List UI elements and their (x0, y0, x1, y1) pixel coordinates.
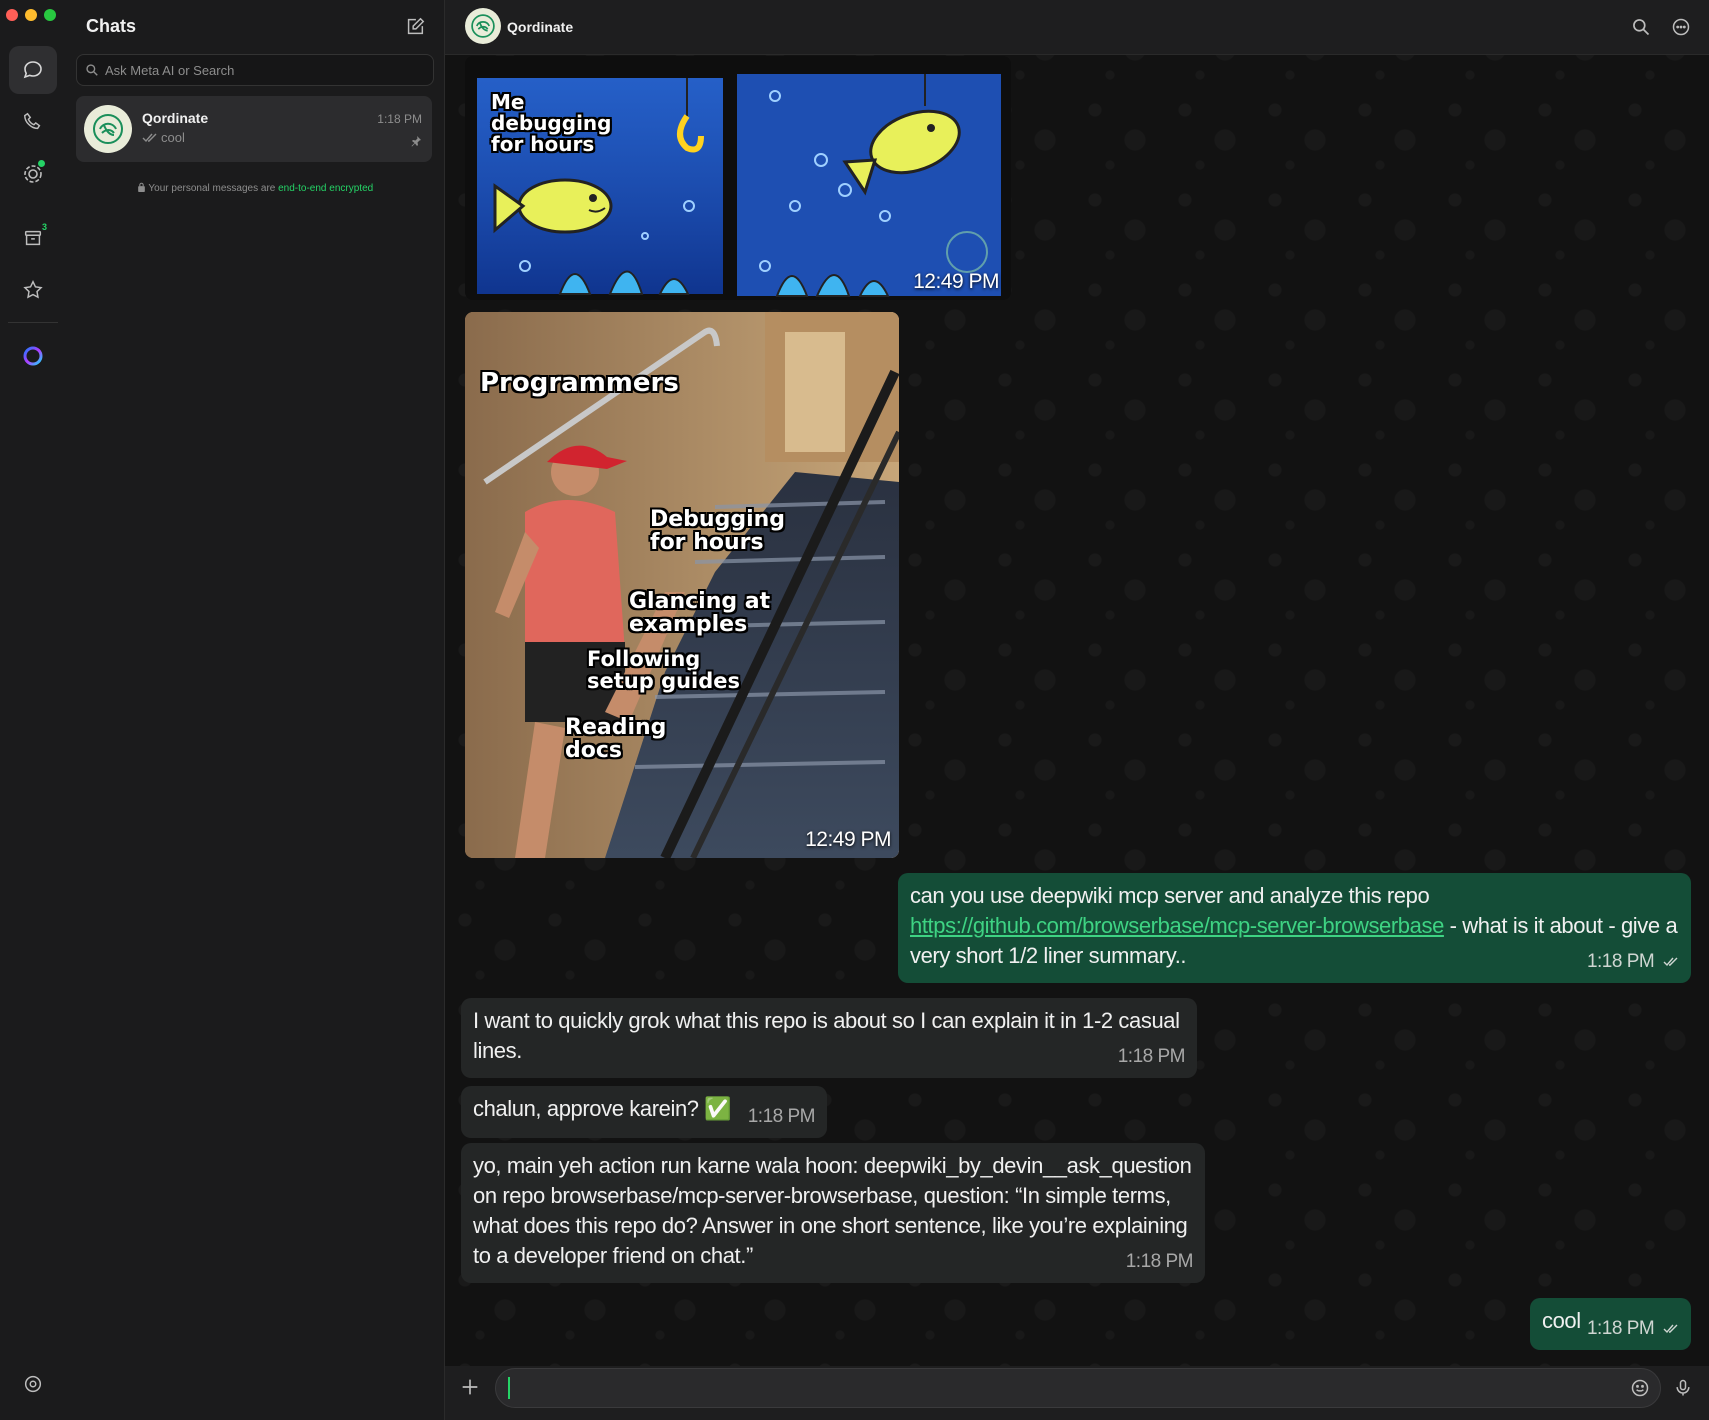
chat-list-panel: Chats Ask Meta AI or Search Qordinate 1:… (66, 0, 445, 1420)
double-check-icon (142, 133, 157, 142)
message-input[interactable] (495, 1368, 1661, 1408)
chats-title: Chats (86, 16, 137, 36)
rail-starred-button[interactable] (9, 266, 57, 314)
message-text: yo, main yeh action run karne wala hoon:… (473, 1153, 1192, 1268)
more-icon (1672, 18, 1690, 36)
message-time: 1:18 PM (747, 1106, 816, 1127)
double-check-icon (1663, 957, 1678, 967)
encryption-notice: Your personal messages are end-to-end en… (66, 182, 444, 194)
archive-icon (24, 230, 42, 246)
search-chat-button[interactable] (1631, 17, 1653, 39)
close-window-button[interactable] (6, 9, 18, 21)
compose-icon (407, 17, 425, 35)
zoom-window-button[interactable] (44, 9, 56, 21)
search-placeholder: Ask Meta AI or Search (105, 62, 235, 78)
rail-settings-button[interactable] (9, 1360, 57, 1408)
settings-icon (24, 1375, 42, 1393)
whatsapp-window: 3 Chats Ask Meta AI or Search Qordinate … (0, 0, 1709, 1420)
pin-icon (410, 134, 422, 152)
stairs-step-1: Debugging for hours (650, 507, 786, 556)
avatar (84, 105, 132, 153)
message-time: 12:49 PM (805, 828, 891, 851)
message-text: I want to quickly grok what this repo is… (473, 1008, 1180, 1063)
minimize-window-button[interactable] (25, 9, 37, 21)
stairs-step-2: Glancing at examples (629, 589, 771, 638)
chat-item-qordinate[interactable]: Qordinate 1:18 PM cool (76, 96, 432, 162)
chat-item-name: Qordinate (142, 110, 209, 126)
conversation-header[interactable]: Qordinate (445, 0, 1709, 55)
search-icon (86, 64, 98, 76)
qordinate-logo-icon (471, 14, 495, 38)
chat-item-time: 1:18 PM (377, 112, 422, 126)
contact-avatar[interactable] (465, 8, 501, 44)
stairs-meme-title: Programmers (480, 368, 679, 398)
chat-item-preview: cool (142, 130, 185, 145)
image-message-stairs-meme[interactable]: Programmers Debugging for hours Glancing… (465, 312, 899, 858)
image-message-fish-meme[interactable]: Me debugging for hours 12:49 PM (465, 56, 1011, 300)
double-check-icon (1663, 1324, 1678, 1334)
rail-meta-ai-button[interactable] (9, 332, 57, 380)
message-incoming[interactable]: I want to quickly grok what this repo is… (461, 998, 1197, 1078)
search-input[interactable]: Ask Meta AI or Search (76, 54, 434, 86)
message-text: chalun, approve karein? ✅ (473, 1096, 732, 1121)
message-time: 1:18 PM (1125, 1251, 1194, 1272)
window-controls (6, 9, 56, 21)
plus-icon (462, 1379, 478, 1395)
stairs-step-4: Reading docs (565, 715, 667, 764)
text-caret (508, 1377, 510, 1399)
message-text: can you use deepwiki mcp server and anal… (910, 883, 1430, 908)
voice-message-button[interactable] (1673, 1377, 1693, 1404)
calls-icon (24, 112, 41, 130)
qordinate-logo-icon (93, 114, 123, 144)
status-unread-dot (38, 160, 45, 167)
rail-archive-button[interactable]: 3 (9, 214, 57, 262)
rail-calls-button[interactable] (9, 98, 57, 146)
archive-badge: 3 (41, 222, 47, 232)
encryption-text: Your personal messages are (148, 183, 279, 194)
more-options-button[interactable] (1671, 17, 1693, 39)
rail-chats-button[interactable] (9, 46, 57, 94)
microphone-icon (1676, 1379, 1690, 1396)
emoji-button[interactable] (1630, 1378, 1650, 1403)
encryption-link[interactable]: end-to-end encrypted (278, 183, 373, 194)
meta-ai-icon (23, 346, 43, 366)
starred-icon (23, 280, 43, 299)
lock-icon (137, 182, 145, 192)
rail-divider (8, 322, 58, 323)
fish-meme-caption: Me debugging for hours (491, 90, 612, 156)
message-incoming[interactable]: chalun, approve karein? ✅ 1:18 PM (461, 1086, 827, 1138)
message-meta: 1:18 PM (1587, 947, 1679, 977)
message-outgoing[interactable]: can you use deepwiki mcp server and anal… (898, 873, 1691, 983)
message-incoming[interactable]: yo, main yeh action run karne wala hoon:… (461, 1143, 1205, 1283)
nav-rail: 3 (0, 0, 67, 1420)
chat-item-preview-text: cool (161, 130, 185, 145)
emoji-icon (1631, 1379, 1649, 1397)
message-time: 1:18 PM (1586, 951, 1655, 972)
attach-button[interactable] (459, 1376, 481, 1403)
stairs-step-3: Following setup guides (587, 647, 741, 694)
message-time: 1:18 PM (1117, 1046, 1186, 1067)
message-text: cool (1542, 1308, 1581, 1333)
message-time: 12:49 PM (913, 270, 999, 293)
rail-status-button[interactable] (9, 150, 57, 198)
search-icon (1633, 19, 1650, 36)
message-meta: 1:18 PM (1587, 1314, 1679, 1344)
message-outgoing[interactable]: cool 1:18 PM (1530, 1298, 1691, 1350)
contact-name: Qordinate (507, 19, 574, 35)
message-link[interactable]: https://github.com/browserbase/mcp-serve… (910, 913, 1444, 938)
message-time: 1:18 PM (1586, 1318, 1655, 1339)
new-chat-button[interactable] (404, 16, 428, 40)
conversation-panel: Qordinate Me debugging for hours 12:49 P… (445, 0, 1709, 1420)
chats-icon (23, 61, 42, 79)
